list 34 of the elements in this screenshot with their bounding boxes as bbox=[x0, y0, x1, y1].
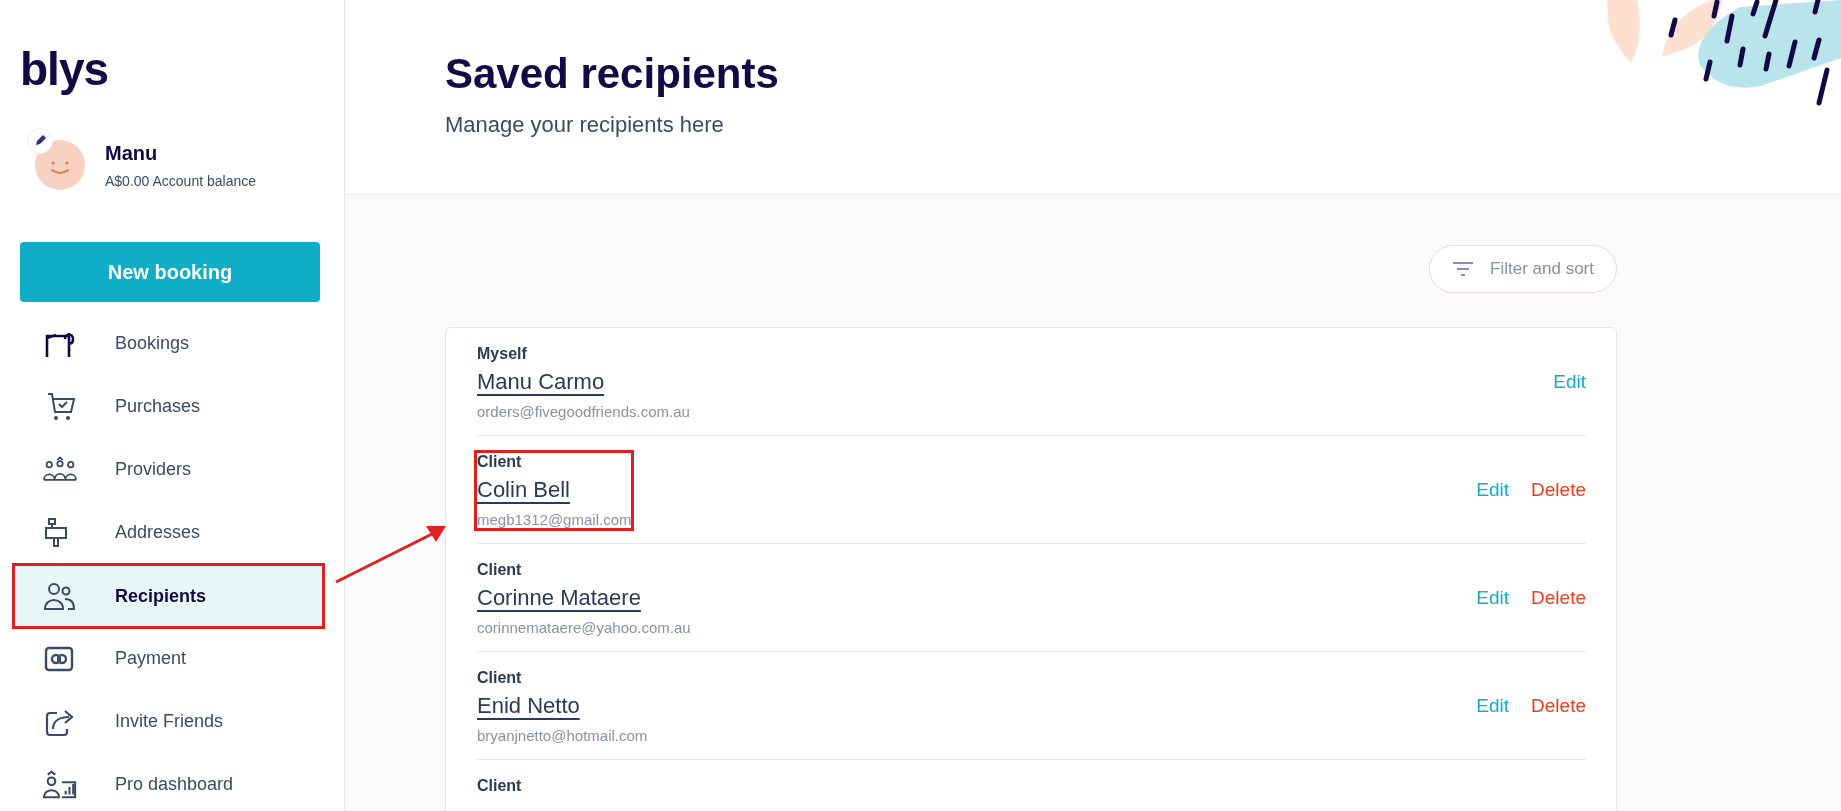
profile-name: Manu bbox=[105, 141, 159, 165]
filter-icon bbox=[1452, 261, 1475, 277]
recipient-email: bryanjnetto@hotmail.com bbox=[477, 727, 648, 744]
delete-link[interactable]: Delete bbox=[1531, 586, 1586, 609]
account-balance: A$0.00 Account balance bbox=[105, 172, 256, 189]
sidebar-item[interactable]: Providers bbox=[15, 438, 322, 501]
recipient-type: Client bbox=[477, 777, 522, 795]
recipient-email: orders@fivegoodfriends.com.au bbox=[477, 403, 690, 420]
people-icon bbox=[43, 581, 77, 611]
page-title: Saved recipients bbox=[445, 50, 780, 98]
recipient-type: Client bbox=[477, 669, 523, 687]
avatar bbox=[35, 140, 85, 190]
delete-link[interactable]: Delete bbox=[1531, 694, 1586, 717]
recipient-type: Client bbox=[477, 561, 523, 579]
recipient-name-link[interactable]: Colin Bell bbox=[477, 477, 632, 503]
sidebar-item[interactable]: Addresses bbox=[15, 501, 322, 564]
recipient-name-link[interactable]: Enid Netto bbox=[477, 693, 648, 719]
page-subtitle: Manage your recipients here bbox=[445, 112, 725, 138]
recipient-name-link[interactable]: Manu Carmo bbox=[477, 369, 690, 395]
recipient-email: corinnemataere@yahoo.com.au bbox=[477, 619, 691, 636]
logo: blys bbox=[20, 42, 110, 96]
recipient-email: megb1312@gmail.com bbox=[477, 511, 632, 528]
sidebar-item[interactable]: Purchases bbox=[15, 375, 322, 438]
dashboard-icon bbox=[43, 769, 77, 800]
sidebar-item[interactable]: Recipients bbox=[15, 566, 322, 626]
sidebar-item[interactable]: Payment bbox=[15, 627, 322, 690]
recipient-type: Myself bbox=[477, 345, 528, 363]
recipient-name-link[interactable]: Corinne Mataere bbox=[477, 585, 691, 611]
sidebar-item[interactable]: Bookings bbox=[15, 312, 322, 375]
delete-link[interactable]: Delete bbox=[1531, 478, 1586, 501]
sidebar-item[interactable]: Invite Friends bbox=[15, 690, 322, 753]
sidebar-item[interactable]: Pro dashboard bbox=[15, 753, 322, 811]
recipient-type: Client bbox=[477, 453, 523, 471]
edit-icon[interactable] bbox=[27, 128, 53, 154]
